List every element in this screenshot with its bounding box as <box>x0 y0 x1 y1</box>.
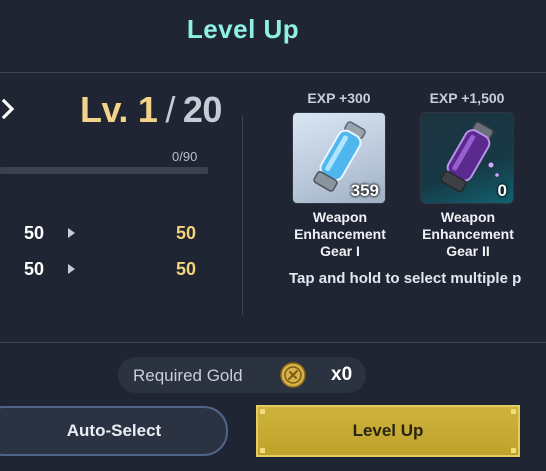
required-gold-amount: x0 <box>331 364 353 385</box>
item-name-line: Enhancement <box>422 226 514 242</box>
gold-coin-icon <box>280 362 306 388</box>
stat-row: 50 50 <box>24 223 196 247</box>
level-display: Lv. 1 / 20 <box>80 89 222 131</box>
arrow-right-icon <box>68 264 75 274</box>
stat-current-value: 50 <box>24 259 45 279</box>
item-name-line: Enhancement <box>294 226 386 242</box>
item-exp-label: EXP +1,500 <box>429 90 505 106</box>
stat-next-value: 50 <box>175 223 196 243</box>
chevron-right-icon[interactable] <box>0 97 20 121</box>
exp-counter: 0/90 <box>172 149 198 164</box>
exp-progress-bar <box>0 167 208 174</box>
button-corner <box>260 409 265 414</box>
material-slot-gear-2[interactable]: 0 <box>421 113 513 203</box>
panel-divider <box>242 115 243 315</box>
arrow-right-icon <box>68 228 75 238</box>
required-gold-label: Required Gold <box>133 366 243 385</box>
max-level: 20 <box>182 89 223 130</box>
stat-current-value: 50 <box>24 223 45 243</box>
stat-row: 50 50 <box>24 259 196 283</box>
level-up-button-label: Level Up <box>352 421 424 440</box>
level-up-button[interactable]: Level Up <box>256 405 520 457</box>
item-name: Weapon Enhancement Gear II <box>403 209 533 260</box>
item-name-line: Weapon <box>440 209 496 225</box>
selection-hint: Tap and hold to select multiple p <box>289 270 522 287</box>
item-quantity: 0 <box>497 181 507 200</box>
auto-select-button[interactable]: Auto-Select <box>0 406 228 456</box>
top-divider <box>0 72 546 73</box>
current-level: 1 <box>137 89 158 130</box>
level-prefix: Lv. <box>80 89 128 130</box>
item-name: Weapon Enhancement Gear I <box>275 209 405 260</box>
bottom-divider <box>0 342 546 343</box>
material-slot-gear-1[interactable]: 359 <box>293 113 385 203</box>
item-name-line: Weapon <box>312 209 368 225</box>
item-exp-label: EXP +300 <box>307 90 371 106</box>
button-corner <box>260 448 265 453</box>
required-gold-pill: Required Gold x0 <box>118 357 366 393</box>
page-title: Level Up <box>186 14 300 44</box>
button-corner <box>511 448 516 453</box>
level-separator: / <box>165 89 175 130</box>
item-name-line: Gear II <box>446 243 490 259</box>
button-corner <box>511 409 516 414</box>
item-quantity: 359 <box>350 181 379 200</box>
stat-next-value: 50 <box>175 259 196 279</box>
item-name-line: Gear I <box>320 243 360 259</box>
